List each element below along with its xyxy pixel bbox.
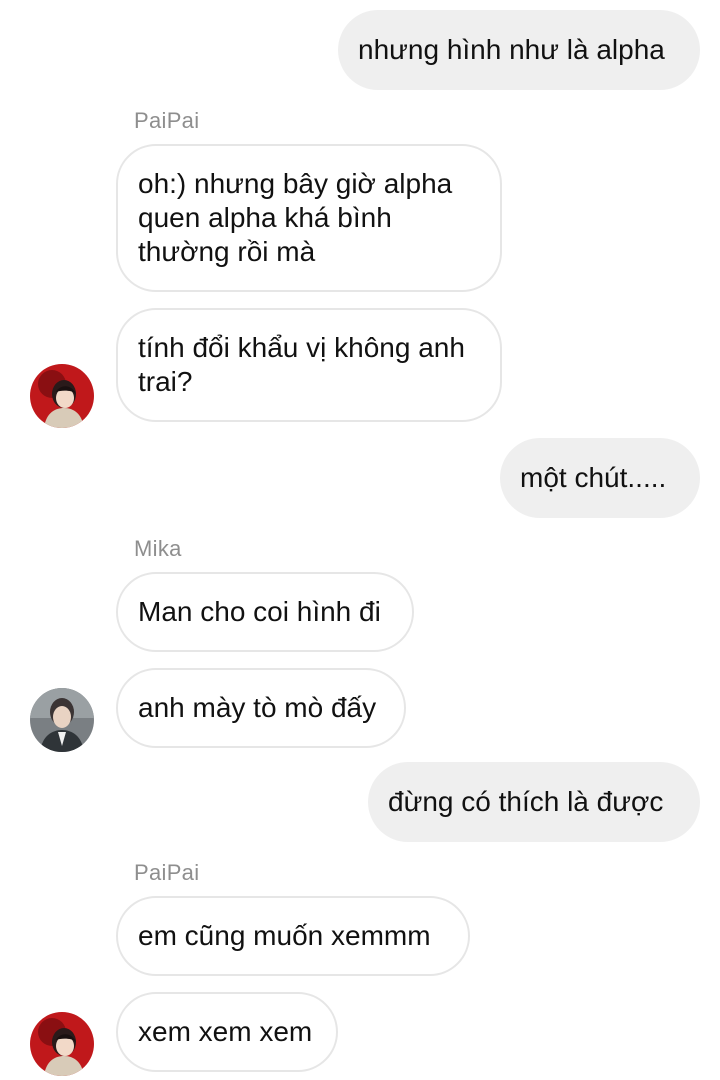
- avatar-paipai[interactable]: [30, 1012, 94, 1076]
- incoming-message-bubble[interactable]: oh:) nhưng bây giờ alpha quen alpha khá …: [116, 144, 502, 292]
- incoming-message-bubble[interactable]: em cũng muốn xemmm: [116, 896, 470, 976]
- message-text: tính đổi khẩu vị không anh trai?: [138, 332, 465, 397]
- message-text: oh:) nhưng bây giờ alpha quen alpha khá …: [138, 168, 453, 267]
- incoming-message-bubble[interactable]: xem xem xem: [116, 992, 338, 1072]
- outgoing-message-bubble[interactable]: một chút.....: [500, 438, 700, 518]
- avatar-paipai[interactable]: [30, 364, 94, 428]
- message-text: Man cho coi hình đi: [138, 596, 381, 627]
- incoming-message-bubble[interactable]: tính đổi khẩu vị không anh trai?: [116, 308, 502, 422]
- outgoing-message-bubble[interactable]: nhưng hình như là alpha: [338, 10, 700, 90]
- message-text: xem xem xem: [138, 1016, 313, 1047]
- sender-name: Mika: [134, 536, 182, 561]
- sender-name: PaiPai: [134, 860, 200, 885]
- message-text: nhưng hình như là alpha: [358, 34, 665, 65]
- avatar-mika[interactable]: [30, 688, 94, 752]
- message-text: một chút.....: [520, 462, 667, 493]
- outgoing-message-bubble[interactable]: đừng có thích là được: [368, 762, 700, 842]
- incoming-message-bubble[interactable]: anh mày tò mò đấy: [116, 668, 406, 748]
- message-text: anh mày tò mò đấy: [138, 692, 377, 723]
- message-text: đừng có thích là được: [388, 786, 664, 817]
- message-text: em cũng muốn xemmm: [138, 920, 431, 951]
- incoming-message-bubble[interactable]: Man cho coi hình đi: [116, 572, 414, 652]
- sender-name: PaiPai: [134, 108, 200, 133]
